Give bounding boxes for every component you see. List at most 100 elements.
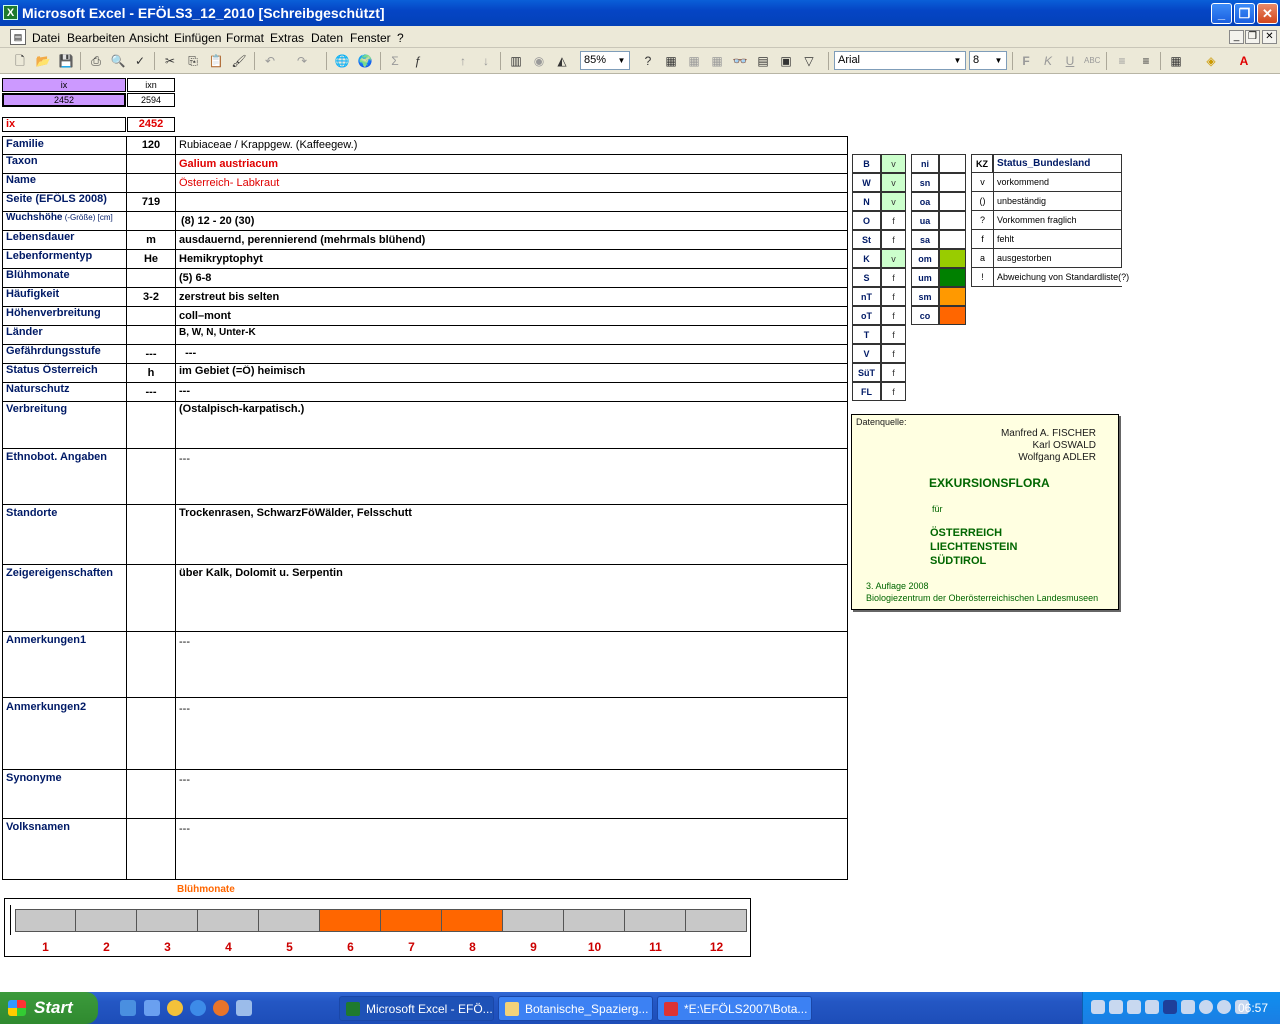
month-cell[interactable] [381,909,442,932]
quicklaunch-firefox-icon[interactable] [213,1000,229,1016]
row-wuchshoehe-value[interactable]: (8) 12 - 20 (30) [176,215,836,227]
tray-icon-2[interactable] [1109,1000,1123,1014]
row-taxon-value[interactable]: Galium austriacum [176,158,836,170]
doc-minimize-button[interactable]: _ [1229,30,1244,44]
align-center-icon[interactable]: ≡ [1138,53,1154,69]
row-lebensform-value[interactable]: Hemikryptophyt [176,253,836,265]
row-lebensdauer-code[interactable]: m [127,234,175,246]
menu-fenster[interactable]: Fenster [350,31,391,45]
task-explorer[interactable]: Botanische_Spazierg... [498,996,653,1021]
month-cell[interactable] [137,909,198,932]
laender-legend-value[interactable]: f [881,325,906,344]
tray-icon-8[interactable] [1217,1000,1231,1014]
start-button[interactable]: Start [0,992,98,1024]
save-icon[interactable]: 💾 [58,53,74,69]
network-icon[interactable] [1091,1000,1105,1014]
laender-legend-value[interactable]: f [881,344,906,363]
laender-legend-value[interactable]: f [881,287,906,306]
redo-icon[interactable]: ↷ [294,53,310,69]
open-icon[interactable]: 📂 [35,53,51,69]
function-icon[interactable]: ƒ [410,53,426,69]
ixn-value-cell[interactable]: 2594 [127,93,175,107]
row-anm2-value[interactable]: --- [176,703,836,715]
clock[interactable]: 06:57 [1238,1001,1268,1015]
row-naturschutz-code[interactable]: --- [127,386,175,398]
quicklaunch-app-icon[interactable] [236,1000,252,1016]
row-status-value[interactable]: im Gebiet (=Ö) heimisch [176,365,836,377]
doc-restore-button[interactable]: ❐ [1245,30,1260,44]
row-standorte-value[interactable]: Trockenrasen, SchwarzFöWälder, Felsschut… [176,507,836,519]
menu-format[interactable]: Format [226,31,264,45]
print-preview-icon[interactable]: 🔍 [110,53,126,69]
font-size-select[interactable]: 8 ▼ [969,51,1007,70]
month-cell[interactable] [320,909,381,932]
borders-icon[interactable]: ▦ [1168,53,1184,69]
quicklaunch-ie-icon[interactable] [190,1000,206,1016]
menu-einfuegen[interactable]: Einfügen [174,31,221,45]
month-cell[interactable] [76,909,137,932]
task-excel[interactable]: Microsoft Excel - EFÖ... [339,996,494,1021]
find-icon[interactable]: 👓 [732,53,748,69]
row-gefaehrdung-value[interactable]: --- [176,347,836,359]
row-familie-value[interactable]: Rubiaceae / Krappgew. (Kaffeegew.) [176,139,836,151]
title-bar[interactable]: X Microsoft Excel - EFÖLS3_12_2010 [Schr… [0,0,1280,26]
doc-close-button[interactable]: ✕ [1262,30,1277,44]
laender-legend-value[interactable]: f [881,268,906,287]
quicklaunch-desktop-icon[interactable] [120,1000,136,1016]
laender-legend-value[interactable]: v [881,173,906,192]
sort-desc-icon[interactable]: ↓ [478,53,494,69]
copy-icon[interactable]: ⎘ [185,53,201,69]
hoehen-legend-swatch[interactable] [939,249,966,268]
new-icon[interactable]: 🗋 [12,53,28,69]
menu-help[interactable]: ? [397,31,404,45]
tool-icon[interactable]: ▦ [663,53,679,69]
quicklaunch-media-icon[interactable] [167,1000,183,1016]
close-button[interactable]: ✕ [1257,3,1278,24]
row-haeufigkeit-code[interactable]: 3-2 [127,291,175,303]
laender-legend-value[interactable]: v [881,154,906,173]
laender-legend-value[interactable]: v [881,192,906,211]
chart-icon[interactable]: ▥ [508,53,524,69]
menu-bearbeiten[interactable]: Bearbeiten [67,31,125,45]
bold-icon[interactable]: F [1018,53,1034,69]
tool5-icon[interactable]: ▣ [778,53,794,69]
row-hoehen-value[interactable]: coll–mont [176,310,836,322]
row-anm1-value[interactable]: --- [176,636,836,648]
month-cell[interactable] [564,909,625,932]
paste-icon[interactable]: 📋 [208,53,224,69]
cut-icon[interactable]: ✂ [162,53,178,69]
spellcheck-icon[interactable]: ✓ [132,53,148,69]
quicklaunch-explorer-icon[interactable] [144,1000,160,1016]
hoehen-legend-swatch[interactable] [939,211,966,230]
hoehen-legend-swatch[interactable] [939,154,966,173]
worksheet[interactable]: ix ixn 2452 2594 ix 2452 Familie 120 Rub… [0,74,1280,992]
row-lebensform-code[interactable]: He [127,253,175,265]
restore-button[interactable]: ❐ [1234,3,1255,24]
tray-icon-7[interactable] [1199,1000,1213,1014]
help-icon[interactable]: ? [640,53,656,69]
hyperlink-icon[interactable]: 🌐 [334,53,350,69]
laender-legend-value[interactable]: f [881,211,906,230]
row-seite-code[interactable]: 719 [127,196,175,208]
align-left-icon[interactable]: ≡ [1114,53,1130,69]
laender-legend-value[interactable]: f [881,382,906,401]
month-cell[interactable] [686,909,747,932]
italic-icon[interactable]: K [1040,53,1056,69]
menu-datei[interactable]: Datei [32,31,60,45]
row-synonyme-value[interactable]: --- [176,774,836,786]
row-laender-value[interactable]: B, W, N, Unter-K [176,327,836,338]
drawing-icon[interactable]: ◭ [554,53,570,69]
row-status-code[interactable]: h [127,367,175,379]
row-name-value[interactable]: Österreich- Labkraut [176,177,836,189]
filter-icon[interactable]: ▽ [801,53,817,69]
shield-icon[interactable] [1163,1000,1177,1014]
row-zeiger-value[interactable]: über Kalk, Dolomit u. Serpentin [176,567,836,579]
laender-legend-value[interactable]: f [881,306,906,325]
row-gefaehrdung-code[interactable]: --- [127,348,175,360]
ix-label-cell[interactable]: ix [2,117,126,132]
minimize-button[interactable]: _ [1211,3,1232,24]
hoehen-legend-swatch[interactable] [939,268,966,287]
laender-legend-value[interactable]: f [881,363,906,382]
fill-color-icon[interactable]: ◈ [1203,53,1219,69]
row-naturschutz-value[interactable]: --- [176,385,836,397]
